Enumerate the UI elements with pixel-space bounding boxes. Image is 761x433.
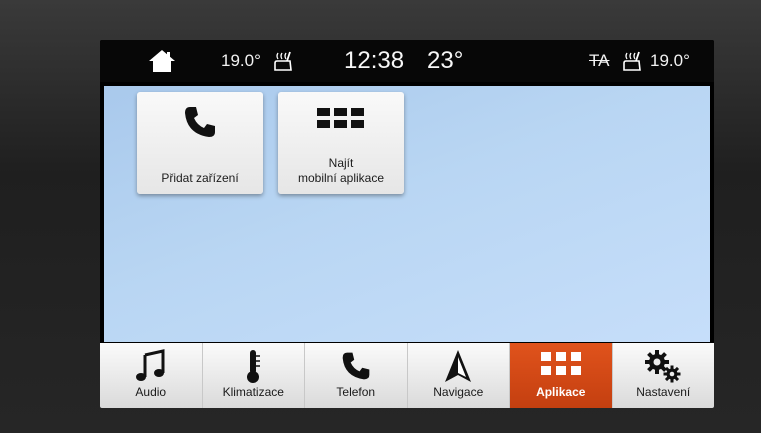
grid-icon <box>317 108 364 128</box>
driver-seat-heat-button[interactable] <box>272 40 294 82</box>
nav-apps[interactable]: Aplikace <box>510 343 613 408</box>
nav-climate-label: Klimatizace <box>222 385 284 399</box>
nav-settings-label: Nastavení <box>636 385 691 399</box>
driver-temperature[interactable]: 19.0° <box>221 40 261 82</box>
traffic-announcement-indicator: TA <box>589 51 610 70</box>
heated-seat-icon <box>274 51 292 71</box>
home-icon <box>149 50 175 72</box>
phone-icon <box>185 107 215 137</box>
gears-icon <box>645 350 681 383</box>
find-mobile-apps-tile[interactable]: Najít mobilní aplikace <box>278 92 404 194</box>
nav-audio-label: Audio <box>135 385 167 399</box>
nav-apps-label: Aplikace <box>536 385 586 399</box>
find-mobile-apps-label: Najít mobilní aplikace <box>297 156 385 185</box>
clock: 12:38 <box>344 47 405 74</box>
grid-icon <box>540 352 581 375</box>
apps-area: Přidat zařízení Najít mobilní aplikace <box>104 86 710 342</box>
add-device-label: Přidat zařízení <box>161 171 239 185</box>
nav-phone-label: Telefon <box>336 385 376 399</box>
heated-seat-icon <box>623 51 641 71</box>
outside-temperature: 23° <box>427 47 464 74</box>
navigation-arrow-icon <box>445 350 472 382</box>
thermometer-icon <box>247 350 261 383</box>
nav-settings[interactable]: Nastavení <box>613 343 715 408</box>
infotainment-screen: 19.0° 12:38 23° TA 19.0° Přidat zařízení… <box>100 40 714 408</box>
passenger-temperature[interactable]: 19.0° <box>650 40 690 82</box>
phone-icon <box>342 352 370 380</box>
home-button[interactable] <box>148 40 176 82</box>
nav-climate[interactable]: Klimatizace <box>203 343 305 408</box>
nav-navigation[interactable]: Navigace <box>408 343 510 408</box>
music-note-icon <box>135 349 165 381</box>
status-bar: 19.0° 12:38 23° TA 19.0° <box>100 40 714 82</box>
add-device-tile[interactable]: Přidat zařízení <box>137 92 263 194</box>
bottom-navigation: Audio Klimatizace Telefon Navigace Aplik… <box>100 343 714 408</box>
nav-navigation-label: Navigace <box>433 385 484 399</box>
nav-phone[interactable]: Telefon <box>305 343 408 408</box>
passenger-seat-heat-button[interactable] <box>621 40 643 82</box>
nav-audio[interactable]: Audio <box>100 343 203 408</box>
